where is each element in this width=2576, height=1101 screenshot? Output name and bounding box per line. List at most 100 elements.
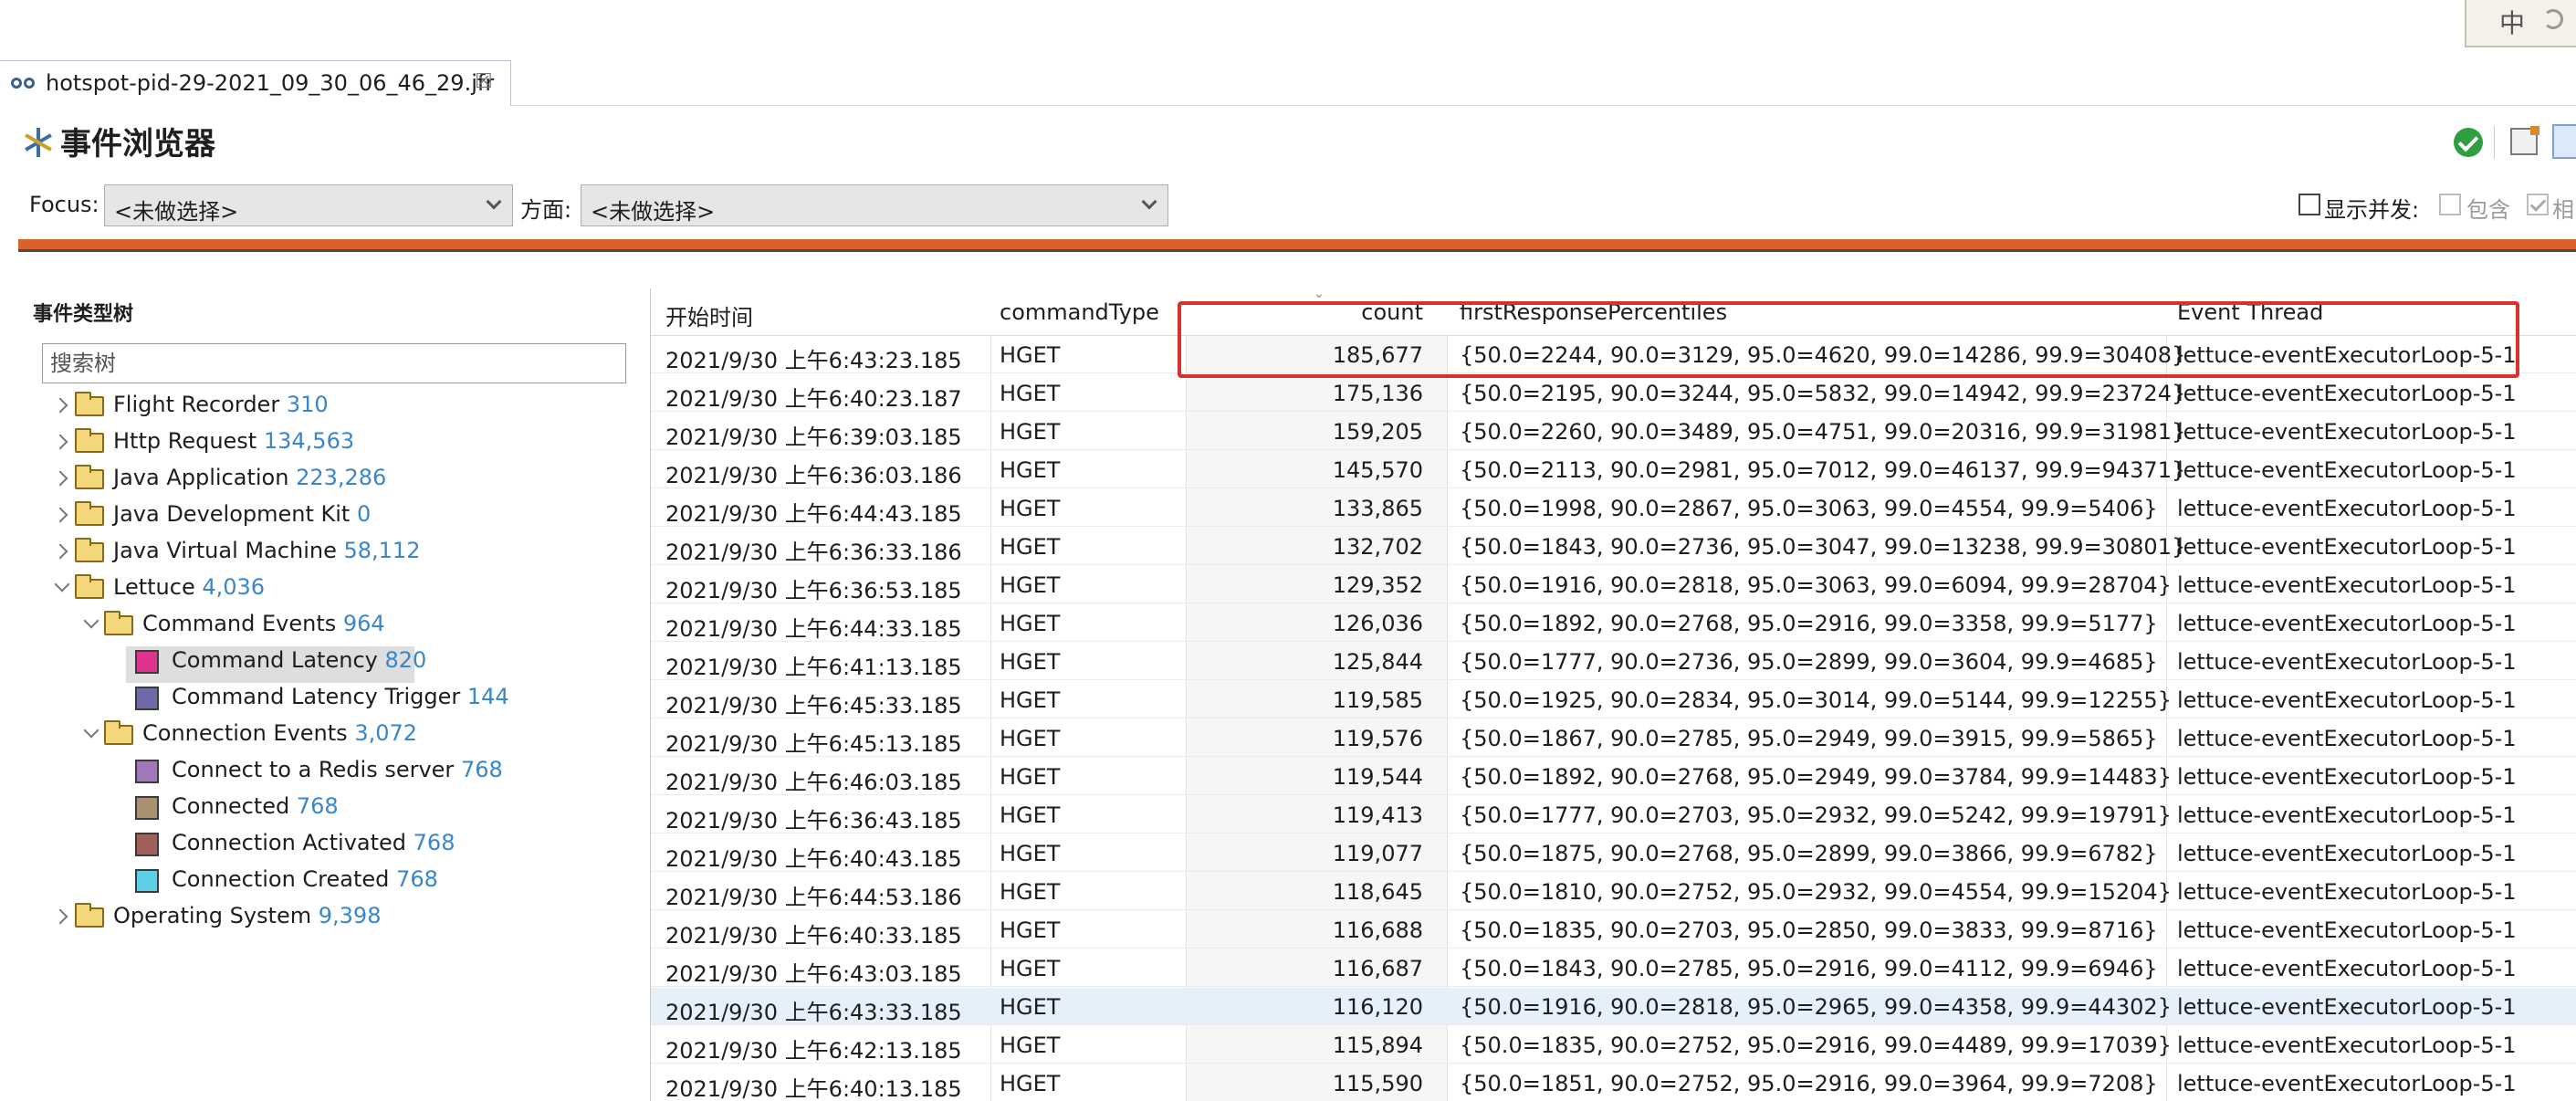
table-cell: lettuce-eventExecutorLoop-5-1: [2177, 1033, 2517, 1058]
table-row[interactable]: 2021/9/30 上午6:44:53.186 HGET 118,645 {50.0=…: [651, 873, 2576, 910]
same-thread-checkbox[interactable]: [2527, 194, 2549, 215]
table-cell: 145,570: [1332, 457, 1423, 483]
tree-node-count: 58,112: [343, 538, 421, 563]
chevron-right-icon[interactable]: [55, 504, 69, 526]
focus-combo[interactable]: <未做选择>: [104, 184, 513, 226]
table-row[interactable]: 2021/9/30 上午6:36:43.185 HGET 119,413 {50.0=…: [651, 796, 2576, 834]
table-cell: 133,865: [1332, 496, 1423, 521]
editor-tab-bar: hotspot-pid-29-2021_09_30_06_46_29.jfr ☒: [0, 57, 2576, 106]
table-cell: {50.0=1916, 90.0=2818, 95.0=2965, 99.0=4…: [1460, 994, 2172, 1020]
table-row[interactable]: 2021/9/30 上午6:40:13.185 HGET 115,590 {50.0=…: [651, 1064, 2576, 1101]
show-concurrent-checkbox[interactable]: [2299, 194, 2320, 215]
include-checkbox[interactable]: [2439, 194, 2461, 215]
view-toggle-icon[interactable]: [2552, 124, 2576, 159]
aspect-combo[interactable]: <未做选择>: [581, 184, 1168, 226]
table-row[interactable]: 2021/9/30 上午6:40:33.185 HGET 116,688 {50.0=…: [651, 911, 2576, 949]
tree-search-box[interactable]: [42, 343, 626, 383]
tree-node-name: Connection Activated: [172, 830, 407, 855]
show-concurrent-label: 显示并发:: [2324, 197, 2420, 223]
table-row[interactable]: 2021/9/30 上午6:39:03.185 HGET 159,205 {50.0=…: [651, 413, 2576, 450]
check-icon[interactable]: [2454, 128, 2483, 157]
tree-node-name: Http Request: [113, 428, 257, 454]
folder-icon: [75, 428, 104, 453]
table-cell: 119,544: [1332, 764, 1423, 790]
tree-node-name: Lettuce: [113, 574, 195, 600]
tree-node-label: Connect to a Redis server 768: [172, 757, 503, 782]
tab-close-icon[interactable]: ☒: [475, 70, 493, 93]
tree-node-label: Lettuce 4,036: [113, 574, 265, 600]
table-cell: lettuce-eventExecutorLoop-5-1: [2177, 764, 2517, 790]
table-cell: lettuce-eventExecutorLoop-5-1: [2177, 419, 2517, 445]
tree-node-name: Connect to a Redis server: [172, 757, 455, 782]
table-cell: {50.0=1925, 90.0=2834, 95.0=3014, 99.0=5…: [1460, 687, 2172, 713]
ime-indicator[interactable]: 中: [2465, 0, 2576, 47]
chevron-down-icon[interactable]: [55, 577, 69, 599]
table-row[interactable]: 2021/9/30 上午6:40:43.185 HGET 119,077 {50.0=…: [651, 834, 2576, 872]
chevron-down-icon[interactable]: [84, 723, 99, 745]
table-cell: {50.0=2113, 90.0=2981, 95.0=7012, 99.0=4…: [1460, 457, 2186, 483]
chevron-right-icon[interactable]: [55, 431, 69, 453]
table-row[interactable]: 2021/9/30 上午6:44:43.185 HGET 133,865 {50.0=…: [651, 489, 2576, 527]
chevron-right-icon[interactable]: [55, 394, 69, 416]
page-header: 事件浏览器: [0, 106, 2576, 183]
tree-node-label: Operating System 9,398: [113, 903, 381, 928]
tree-node-count: 768: [296, 793, 339, 819]
tree-node-label: Connected 768: [172, 793, 339, 819]
tree-node-name: Java Development Kit: [113, 501, 351, 527]
tree-node-name: Command Events: [142, 611, 337, 636]
table-cell: HGET: [1000, 457, 1061, 483]
table-cell: lettuce-eventExecutorLoop-5-1: [2177, 918, 2517, 943]
toolbar-separator: [2494, 126, 2495, 159]
tree-node-count: 4,036: [202, 574, 266, 600]
table-cell: {50.0=1777, 90.0=2703, 95.0=2932, 99.0=5…: [1460, 802, 2172, 828]
folder-icon: [75, 501, 104, 526]
table-cell: 159,205: [1332, 419, 1423, 445]
table-row[interactable]: 2021/9/30 上午6:42:13.185 HGET 115,894 {50.0=…: [651, 1026, 2576, 1064]
tree-node-count: 820: [384, 647, 427, 673]
table-cell: 2021/9/30 上午6:36:03.186: [665, 463, 962, 488]
table-row[interactable]: 2021/9/30 上午6:44:33.185 HGET 126,036 {50.0=…: [651, 604, 2576, 642]
table-row[interactable]: 2021/9/30 上午6:36:03.186 HGET 145,570 {50.0=…: [651, 451, 2576, 488]
table-cell: 2021/9/30 上午6:44:53.186: [665, 885, 962, 910]
chevron-right-icon[interactable]: [55, 906, 69, 928]
chevron-right-icon[interactable]: [55, 540, 69, 562]
table-row[interactable]: 2021/9/30 上午6:45:13.185 HGET 119,576 {50.0=…: [651, 719, 2576, 757]
settings-tool-icon[interactable]: [2510, 126, 2539, 155]
tree-node-count: 0: [356, 501, 372, 527]
editor-tab-jfr-file[interactable]: hotspot-pid-29-2021_09_30_06_46_29.jfr ☒: [0, 60, 511, 106]
table-cell: HGET: [1000, 802, 1061, 828]
table-row[interactable]: 2021/9/30 上午6:43:03.185 HGET 116,687 {50.0=…: [651, 949, 2576, 987]
table-row[interactable]: 2021/9/30 上午6:40:23.187 HGET 175,136 {50.0=…: [651, 374, 2576, 412]
table-cell: 2021/9/30 上午6:45:33.185: [665, 693, 962, 718]
event-color-swatch-icon: [135, 869, 159, 893]
tree-search-input[interactable]: [43, 344, 625, 383]
table-row[interactable]: 2021/9/30 上午6:46:03.185 HGET 119,544 {50.0=…: [651, 758, 2576, 795]
table-cell: 2021/9/30 上午6:44:43.185: [665, 501, 962, 527]
table-cell: lettuce-eventExecutorLoop-5-1: [2177, 879, 2517, 905]
table-row[interactable]: 2021/9/30 上午6:43:33.185 HGET 116,120 {50.0=…: [651, 988, 2576, 1025]
timeline-bar[interactable]: [18, 239, 2576, 252]
sort-indicator-icon: ⌄: [1314, 287, 1325, 301]
table-cell: lettuce-eventExecutorLoop-5-1: [2177, 726, 2517, 751]
tree-node-name: Command Latency Trigger: [172, 684, 461, 709]
table-cell: 2021/9/30 上午6:36:53.185: [665, 578, 962, 603]
table-cell: {50.0=1867, 90.0=2785, 95.0=2949, 99.0=3…: [1460, 726, 2158, 751]
aspect-combo-value: <未做选择>: [591, 199, 716, 225]
table-cell: {50.0=1843, 90.0=2785, 95.0=2916, 99.0=4…: [1460, 956, 2158, 981]
chevron-down-icon[interactable]: [84, 613, 99, 635]
event-table: 开始时间 commandType count ⌄ firstResponsePe…: [650, 287, 2576, 1101]
table-cell: lettuce-eventExecutorLoop-5-1: [2177, 994, 2517, 1020]
table-cell: lettuce-eventExecutorLoop-5-1: [2177, 802, 2517, 828]
table-cell: 2021/9/30 上午6:36:43.185: [665, 808, 962, 834]
table-row[interactable]: 2021/9/30 上午6:41:13.185 HGET 125,844 {50.0=…: [651, 643, 2576, 680]
table-cell: HGET: [1000, 687, 1061, 713]
chevron-right-icon[interactable]: [55, 467, 69, 489]
column-header-command-type[interactable]: commandType: [1000, 299, 1159, 325]
tree-node-name: Java Virtual Machine: [113, 538, 337, 563]
column-header-start-time[interactable]: 开始时间: [665, 299, 753, 331]
folder-icon: [75, 465, 104, 489]
table-row[interactable]: 2021/9/30 上午6:45:33.185 HGET 119,585 {50.0=…: [651, 681, 2576, 718]
table-cell: HGET: [1000, 879, 1061, 905]
table-row[interactable]: 2021/9/30 上午6:36:53.185 HGET 129,352 {50.0=…: [651, 566, 2576, 603]
table-row[interactable]: 2021/9/30 上午6:36:33.186 HGET 132,702 {50.0=…: [651, 528, 2576, 565]
